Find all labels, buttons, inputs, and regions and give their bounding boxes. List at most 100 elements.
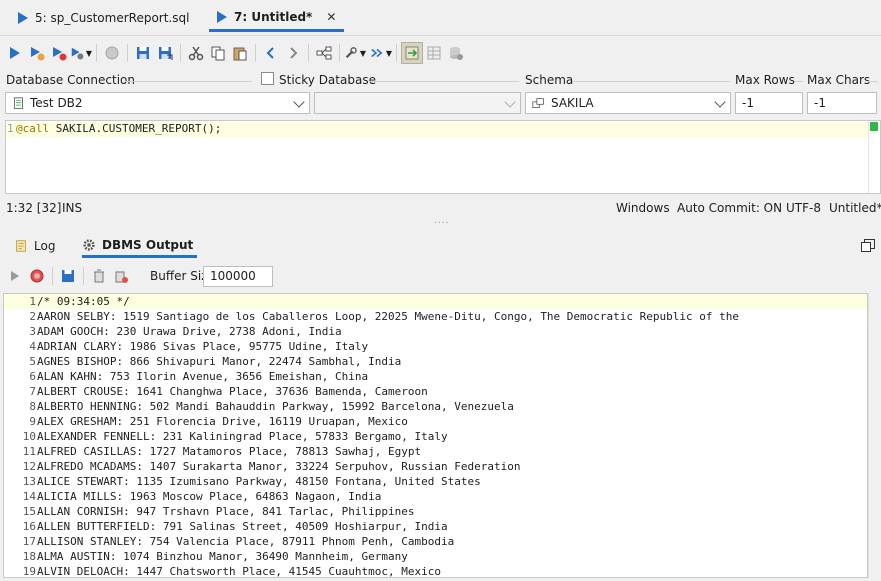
encoding[interactable]: UTF-8 [786, 201, 821, 215]
output-line-number: 16 [22, 520, 36, 533]
output-line-text: ALAN KAHN: 753 Ilorin Avenue, 3656 Emeis… [37, 370, 369, 383]
max-chars-input[interactable]: -1 [807, 92, 877, 114]
save-as-icon[interactable] [154, 42, 176, 64]
tab-untitled[interactable]: 7: Untitled* ✕ [209, 4, 345, 32]
query-builder-icon[interactable] [313, 42, 335, 64]
output-line: 18ALMA AUSTIN: 1074 Binzhou Manor, 36490… [4, 549, 408, 564]
keyword-call: @call [16, 122, 50, 135]
auto-commit-status[interactable]: Auto Commit: ON [677, 201, 782, 215]
stop-icon[interactable] [101, 42, 123, 64]
splitter-grip[interactable]: .... [434, 216, 449, 226]
output-line-number: 3 [29, 325, 36, 338]
line-number: 1 [7, 122, 14, 135]
output-line-text: ALVIN DELOACH: 1447 Chatsworth Place, 41… [37, 565, 441, 578]
output-line-number: 1 [29, 295, 36, 308]
output-line-text: ALMA AUSTIN: 1074 Binzhou Manor, 36490 M… [37, 550, 408, 563]
execute-options-icon[interactable]: ▼ [70, 42, 92, 64]
tab-label: 7: Untitled* [234, 9, 313, 24]
output-line-text: ALICE STEWART: 1135 Izumisano Parkway, 4… [37, 475, 481, 488]
output-line-number: 13 [22, 475, 36, 488]
back-icon[interactable] [260, 42, 282, 64]
main-toolbar: ▼ ▼ ▼ [0, 38, 881, 68]
save-icon[interactable] [132, 42, 154, 64]
toolbar-separator [308, 44, 309, 62]
output-line-number: 14 [22, 490, 36, 503]
chevron-down-icon [714, 96, 726, 108]
divider [795, 81, 803, 82]
schema-value: SAKILA [551, 96, 594, 110]
run-script-icon[interactable]: ▼ [370, 42, 392, 64]
output-line-text: AGNES BISHOP: 866 Shivapuri Manor, 22474… [37, 355, 402, 368]
output-line-text: /* 09:34:05 */ [37, 295, 130, 308]
results-grid-icon[interactable] [423, 42, 445, 64]
execute-current-icon[interactable] [26, 42, 48, 64]
execute-icon[interactable] [4, 42, 26, 64]
output-line-number: 19 [22, 565, 36, 578]
database-select[interactable] [314, 92, 521, 114]
output-line: 5AGNES BISHOP: 866 Shivapuri Manor, 2247… [4, 354, 401, 369]
tab-dbms-output[interactable]: DBMS Output [82, 234, 198, 258]
max-rows-input[interactable]: -1 [735, 92, 803, 114]
disable-output-icon[interactable] [26, 265, 48, 287]
sticky-database-label: Sticky Database [279, 73, 376, 87]
output-line: 4ADRIAN CLARY: 1986 Sivas Place, 95775 U… [4, 339, 368, 354]
dbms-output-area[interactable]: 1/* 09:34:05 */2AARON SELBY: 1519 Santia… [3, 293, 868, 578]
toolbar-separator [396, 44, 397, 62]
output-line-number: 12 [22, 460, 36, 473]
tab-label: DBMS Output [102, 237, 194, 252]
output-line-number: 6 [29, 370, 36, 383]
output-line-text: ALEX GRESHAM: 251 Florencia Drive, 16119… [37, 415, 408, 428]
output-line-text: ALICIA MILLS: 1963 Moscow Place, 64863 N… [37, 490, 382, 503]
toolbar-separator [127, 44, 128, 62]
execute-stop-icon[interactable] [48, 42, 70, 64]
log-icon [16, 240, 26, 252]
clear-output-icon[interactable] [88, 265, 110, 287]
sticky-database-checkbox[interactable] [261, 72, 274, 85]
editor-code: @call SAKILA.CUSTOMER_REPORT(); [16, 122, 221, 135]
export-results-icon[interactable] [401, 42, 423, 64]
output-line: 2AARON SELBY: 1519 Santiago de los Cabal… [4, 309, 739, 324]
restore-panel-icon[interactable] [861, 239, 875, 252]
buffer-size-input[interactable]: 100000 [203, 266, 273, 287]
max-chars-value: -1 [814, 96, 826, 110]
output-line-text: ALFRED CASILLAS: 1727 Matamoros Place, 7… [37, 445, 422, 458]
output-line-text: ADAM GOOCH: 230 Urawa Drive, 2738 Adoni,… [37, 325, 342, 338]
editor-tabbar: 5: sp_CustomerReport.sql 7: Untitled* ✕ [0, 0, 881, 36]
results-db-icon[interactable] [445, 42, 467, 64]
schema-select[interactable]: SAKILA [525, 92, 731, 114]
copy-icon[interactable] [207, 42, 229, 64]
cut-icon[interactable] [185, 42, 207, 64]
output-line-text: ALLISON STANLEY: 754 Valencia Place, 879… [37, 535, 455, 548]
output-line: 6ALAN KAHN: 753 Ilorin Avenue, 3656 Emei… [4, 369, 368, 384]
divider [868, 81, 878, 82]
output-scrollbar[interactable] [868, 293, 881, 578]
divider [124, 81, 252, 82]
tab-log[interactable]: Log [14, 234, 55, 258]
connection-select[interactable]: Test DB2 [5, 92, 310, 114]
paste-icon[interactable] [229, 42, 251, 64]
output-line: 1/* 09:34:05 */ [4, 294, 867, 309]
connection-value: Test DB2 [30, 96, 83, 110]
enable-output-icon[interactable] [4, 265, 26, 287]
output-line-number: 4 [29, 340, 36, 353]
connection-icon [14, 96, 23, 109]
insert-mode: INS [62, 201, 83, 215]
gear-icon [83, 238, 95, 251]
line-ending[interactable]: Windows [616, 201, 670, 215]
code-text: SAKILA.CUSTOMER_REPORT(); [49, 122, 222, 135]
output-line: 17ALLISON STANLEY: 754 Valencia Place, 8… [4, 534, 454, 549]
clear-all-icon[interactable] [110, 265, 132, 287]
output-line: 15ALLAN CORNISH: 947 Trshavn Place, 841 … [4, 504, 415, 519]
tab-sp-customer-report[interactable]: 5: sp_CustomerReport.sql [10, 4, 197, 32]
schema-label: Schema [525, 73, 574, 87]
divider [369, 81, 519, 82]
save-output-icon[interactable] [57, 265, 79, 287]
sql-editor[interactable]: 1 @call SAKILA.CUSTOMER_REPORT(); [5, 120, 881, 194]
sql-file-icon [217, 10, 227, 23]
editor-scrollbar[interactable] [868, 121, 869, 193]
output-line-text: ALBERTO HENNING: 502 Mandi Bahauddin Par… [37, 400, 514, 413]
close-tab-icon[interactable]: ✕ [326, 10, 336, 24]
output-line: 7ALBERT CROUSE: 1641 Changhwa Place, 376… [4, 384, 427, 399]
tools-icon[interactable]: ▼ [344, 42, 366, 64]
forward-icon[interactable] [282, 42, 304, 64]
